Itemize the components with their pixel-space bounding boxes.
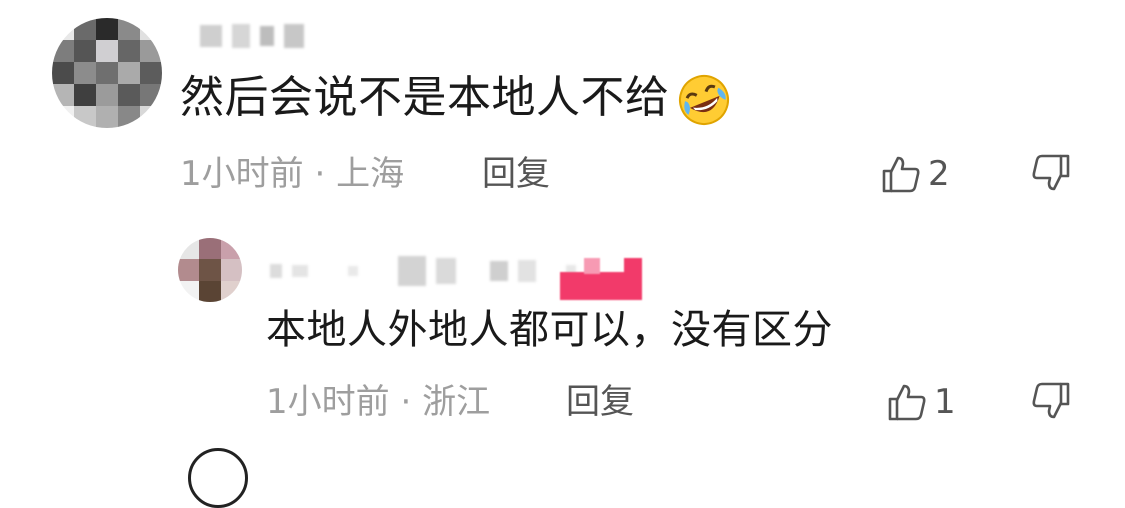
like-count: 1	[934, 382, 956, 422]
thumbs-up-icon	[880, 153, 922, 195]
reply-button[interactable]: 回复	[482, 152, 550, 196]
comment-meta: 1小时前 · 上海	[180, 152, 404, 196]
location: 浙江	[422, 382, 491, 422]
like-count: 2	[928, 154, 950, 194]
thumbs-down-icon	[1030, 152, 1072, 194]
like-button[interactable]: 1	[886, 380, 956, 424]
comment-text: 然后会说不是本地人不给	[180, 70, 732, 128]
reply-button[interactable]: 回复	[566, 380, 634, 424]
meta-separator: ·	[314, 154, 326, 194]
meta-separator: ·	[400, 382, 412, 422]
thumbs-up-icon	[886, 381, 928, 423]
username-redacted[interactable]	[270, 250, 576, 292]
comment-meta: 1小时前 · 浙江	[266, 380, 490, 424]
avatar[interactable]	[52, 18, 162, 128]
next-comment-avatar-partial	[188, 448, 248, 508]
vip-badge	[560, 258, 642, 300]
comment-text: 本地人外地人都可以，没有区分	[266, 307, 833, 353]
dislike-button[interactable]	[1030, 380, 1074, 424]
location: 上海	[336, 154, 405, 194]
like-button[interactable]: 2	[880, 152, 950, 196]
avatar[interactable]	[178, 238, 242, 302]
dislike-button[interactable]	[1030, 152, 1074, 196]
timestamp: 1小时前	[266, 382, 390, 422]
timestamp: 1小时前	[180, 154, 304, 194]
username-redacted[interactable]	[200, 20, 304, 52]
thumbs-down-icon	[1030, 380, 1072, 422]
rolling-on-floor-laughing-emoji	[676, 72, 732, 128]
